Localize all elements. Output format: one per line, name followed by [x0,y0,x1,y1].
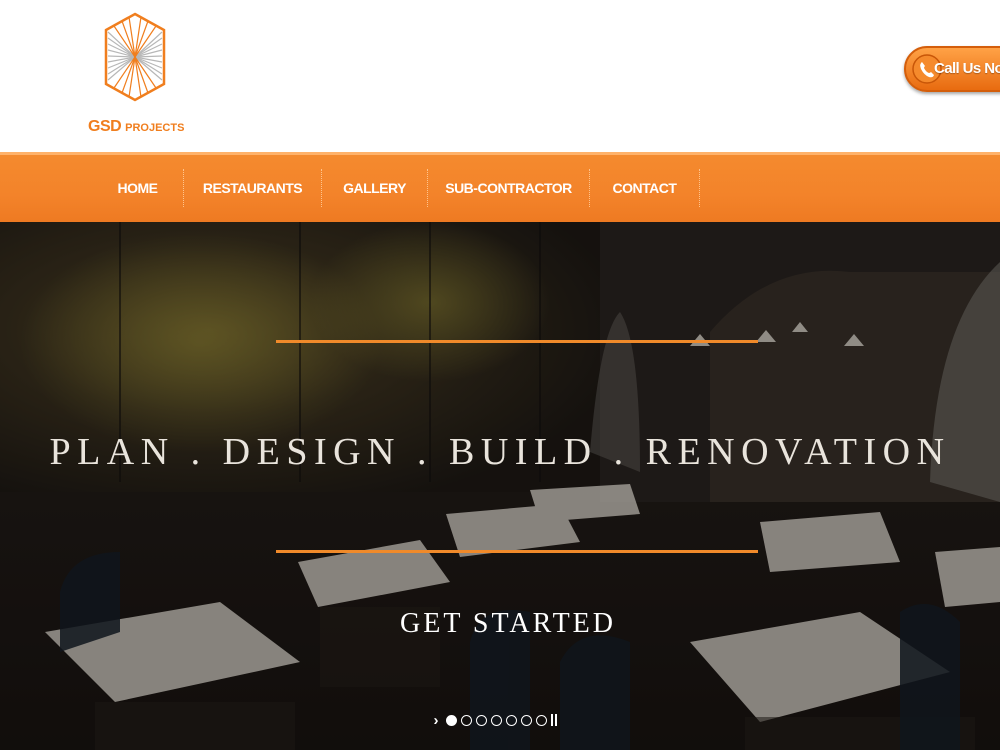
nav-item-label: HOME [117,180,159,196]
slider-controls: › [430,712,561,729]
logo-text: GSD PROJECTS [88,118,188,136]
site-header: GSD PROJECTS Call Us Now [0,0,1000,152]
slide-dot-2[interactable] [461,714,472,726]
pause-icon[interactable] [551,714,561,726]
slide-dot-7[interactable] [536,714,547,726]
logo-hexagon-icon [104,12,166,102]
logo[interactable]: GSD PROJECTS [88,12,188,140]
nav-item-restaurants[interactable]: RESTAURANTS [184,169,322,207]
logo-main-text: GSD [88,118,122,135]
call-us-now-label: Call Us Now [934,60,1000,77]
nav-list: HOME RESTAURANTS GALLERY SUB-CONTRACTOR … [0,155,1000,222]
logo-sub-text: PROJECTS [125,122,185,134]
hero-headline: PLAN . DESIGN . BUILD . RENOVATION [49,431,951,473]
nav-item-contact[interactable]: CONTACT [590,169,700,207]
nav-item-label: CONTACT [612,180,677,196]
get-started-button[interactable]: GET STARTED [400,608,614,648]
nav-item-sub-contractor[interactable]: SUB-CONTRACTOR [428,169,590,207]
nav-item-label: GALLERY [343,180,406,196]
call-us-now-button[interactable]: Call Us Now [904,46,1000,92]
slide-dot-4[interactable] [491,714,502,726]
hero-slider: PLAN . DESIGN . BUILD . RENOVATION GET S… [0,222,1000,750]
nav-item-label: RESTAURANTS [202,180,303,196]
slide-dot-5[interactable] [506,714,517,726]
slide-dot-3[interactable] [476,714,487,726]
slide-dot-1[interactable] [446,714,457,726]
main-nav: HOME RESTAURANTS GALLERY SUB-CONTRACTOR … [0,152,1000,222]
slide-dot-6[interactable] [521,714,532,726]
nav-item-label: SUB-CONTRACTOR [445,180,572,196]
nav-item-home[interactable]: HOME [92,169,184,207]
next-slide-arrow-icon[interactable]: › [430,712,442,729]
hero-top-divider [276,340,758,343]
nav-item-gallery[interactable]: GALLERY [322,169,428,207]
hero-background-image [0,222,1000,750]
hero-bottom-divider [276,550,758,553]
